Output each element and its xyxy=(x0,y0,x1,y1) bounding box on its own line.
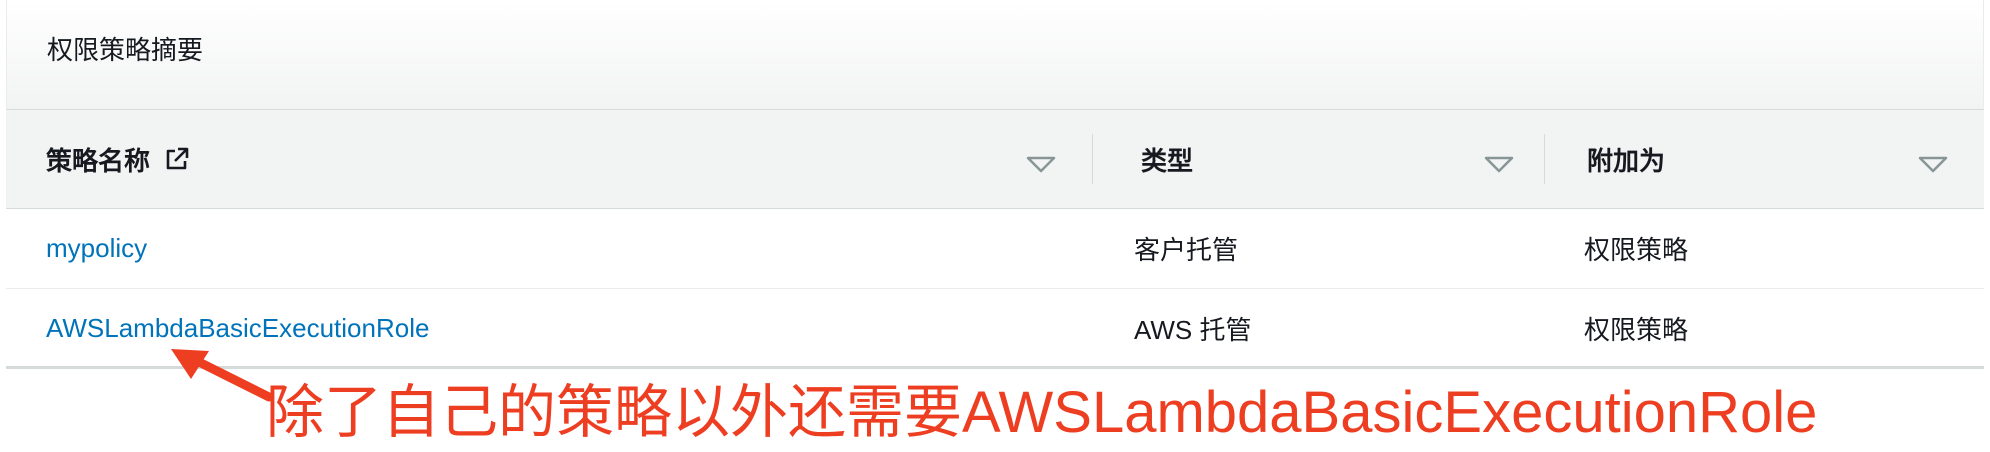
panel-title: 权限策略摘要 xyxy=(47,35,204,65)
external-link-icon[interactable] xyxy=(164,146,190,172)
annotation-text: 除了自己的策略以外还需要AWSLambdaBasicExecutionRole xyxy=(266,380,1818,445)
column-header-policy-name[interactable]: 策略名称 xyxy=(6,110,1092,208)
column-header-type[interactable]: 类型 xyxy=(1092,134,1544,184)
column-header-label: 策略名称 xyxy=(46,145,151,176)
policy-type-cell: 客户托管 xyxy=(1134,235,1239,265)
sort-down-triangle-icon[interactable] xyxy=(1918,150,1948,173)
policy-type-cell: AWS 托管 xyxy=(1134,315,1252,345)
sort-down-triangle-icon[interactable] xyxy=(1484,150,1514,173)
table-row: mypolicy 客户托管 权限策略 xyxy=(6,209,1984,289)
column-header-attached-as[interactable]: 附加为 xyxy=(1544,134,1984,184)
table-header: 策略名称 类型 附加为 xyxy=(6,110,1984,209)
policy-link-mypolicy[interactable]: mypolicy xyxy=(46,233,147,264)
table-row: AWSLambdaBasicExecutionRole AWS 托管 权限策略 xyxy=(6,289,1984,369)
panel-header: 权限策略摘要 xyxy=(6,0,1984,110)
policy-name-cell: mypolicy xyxy=(46,209,147,288)
policy-link-aws-lambda-basic-execution-role[interactable]: AWSLambdaBasicExecutionRole xyxy=(46,313,429,344)
annotation-arrow-icon xyxy=(171,349,274,402)
policy-attached-as-cell: 权限策略 xyxy=(1584,315,1689,345)
permissions-policy-summary-panel: 权限策略摘要 策略名称 类型 附加为 mypolicy 客户托管 权限策略 AW… xyxy=(6,0,1984,369)
policy-attached-as-cell: 权限策略 xyxy=(1584,235,1689,265)
sort-down-triangle-icon[interactable] xyxy=(1026,150,1056,173)
column-header-label: 附加为 xyxy=(1587,145,1666,176)
column-header-label: 类型 xyxy=(1141,145,1194,176)
